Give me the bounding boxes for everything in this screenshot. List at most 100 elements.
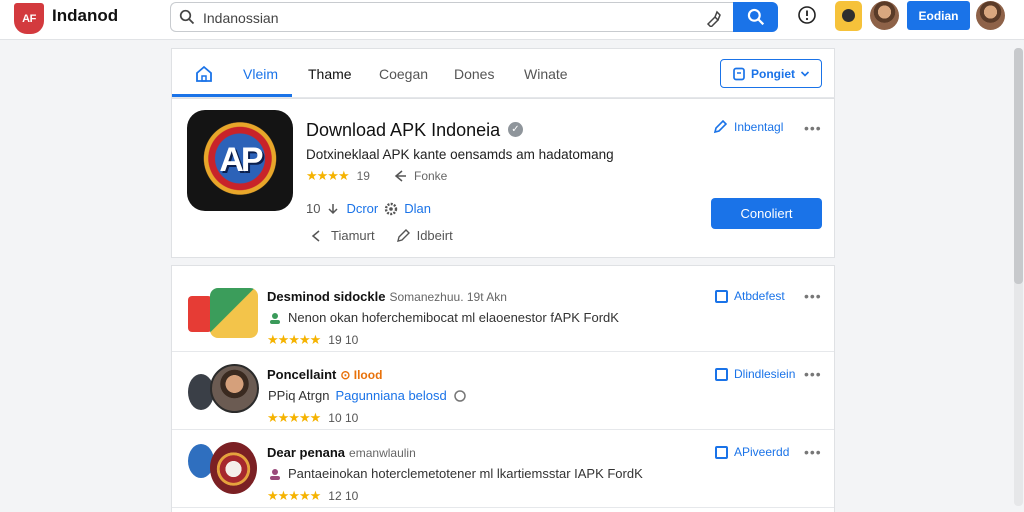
share-label: Fonke [413,169,448,183]
list-item-description: PPiq Atrgn Pagunniana belosd [268,388,467,403]
project-dropdown[interactable]: Pongiet [720,59,822,88]
more-icon[interactable]: ••• [804,444,822,460]
more-icon[interactable]: ••• [804,288,822,304]
rating-value: 19 [356,169,370,183]
app-description: Dotxineklaal APK kante oensamds am hadat… [306,147,614,162]
list-item-description-prefix: PPiq Atrgn [268,388,330,403]
checkbox-icon [715,445,728,459]
list-item-title: Poncellaint ⊙ Ilood [267,367,382,382]
list-item-stars: ★★★★★ [267,410,321,425]
info-icon [454,389,466,402]
list-item-subtitle: emanwlaulin [349,446,416,460]
developer-row: 10 Dcror Dlan [306,201,431,216]
list-item-title: Dear penana emanwlaulin [267,445,416,460]
report-label: Inbentagl [734,120,784,134]
app-detail-card: AP Download APK Indoneia ✓ Dotxineklaal … [171,98,835,258]
list-item-avatar[interactable] [210,364,259,413]
checkbox-icon [715,289,728,303]
install-count: 10 [306,201,321,216]
search-input[interactable] [203,8,683,28]
tab-coegan[interactable]: Coegan [379,66,428,82]
back-icon [311,229,320,242]
more-icon[interactable]: ••• [804,366,822,382]
list-item-subtitle-text: Ilood [353,368,383,382]
app-icon[interactable]: AP [187,110,293,211]
list-item-description-link[interactable]: Pagunniana belosd [335,388,446,403]
developer-label[interactable]: Dcror [346,201,378,216]
list-item-thumbnail [188,296,212,332]
list-item-count: 10 10 [328,411,359,425]
report-link[interactable]: Inbentagl [713,120,783,134]
list-item-subtitle: ⊙ Ilood [340,368,383,382]
tab-vleim[interactable]: Vleim [243,66,278,82]
sign-in-button[interactable]: Eodian [907,1,970,30]
search-icon [747,8,764,26]
list-item-description-text: Pantaeinokan hoterclemetotener ml lkarti… [288,466,643,481]
list-item-stars: ★★★★★ [267,332,321,347]
list-item-title: Desminod sidockle Somanezhuu. 19t Akn [267,289,507,304]
list-item-action-label: APiveerdd [734,445,790,459]
list-item-description-text: Nenon okan hoferchemibocat ml elaoenesto… [288,310,619,325]
search-button[interactable] [733,2,778,32]
download-icon [328,203,338,214]
more-icon[interactable]: ••• [804,120,822,136]
checkbox-icon [715,367,728,381]
dropdown-label: Pongiet [751,66,795,81]
tab-thame[interactable]: Thame [308,66,352,82]
share-link[interactable]: Fonke [394,169,447,183]
edit-icon [713,120,727,134]
search-box [170,2,734,32]
list-item-count: 19 10 [328,333,359,347]
list-item[interactable]: Poncellaint ⊙ Ilood PPiq Atrgn Pagunniana… [172,352,834,430]
page-scrollbar[interactable] [1014,48,1023,506]
list-item-title-text: Dear penana [267,445,346,460]
list-item-description: Nenon okan hoferchemibocat ml elaoenesto… [268,310,619,325]
list-item-title-text: Poncellaint [267,367,337,382]
action-tiamurt[interactable]: Tiamurt [331,228,375,243]
edit-icon [396,228,410,242]
list-item[interactable]: Desminod sidockle Somanezhuu. 19t Akn Nen… [172,274,834,352]
share-icon [394,170,406,182]
list-item-stars: ★★★★★ [267,488,321,503]
list-item-action-label: Dlindlesiein [734,367,796,381]
tab-dones[interactable]: Dones [454,66,494,82]
list-item-icon[interactable] [210,288,258,338]
list-item-action[interactable]: APiveerdd [715,445,789,459]
gear-icon [385,202,398,215]
info-icon[interactable] [797,5,817,25]
user-icon [270,312,280,324]
tab-bar: Vleim Thame Coegan Dones Winate Pongiet [171,48,835,98]
scrollbar-thumb[interactable] [1014,48,1023,284]
chevron-down-icon [800,70,810,77]
brand-name: Indanod [52,6,119,25]
list-item-action[interactable]: Dlindlesiein [715,367,795,381]
list-item[interactable]: Dear penana emanwlaulin Pantaeinokan hote… [172,430,834,508]
user-avatar[interactable] [870,1,899,30]
download-button[interactable]: Conoliert [711,198,822,229]
list-item-action-label: Atbdefest [734,289,785,303]
app-list: Desminod sidockle Somanezhuu. 19t Akn Nen… [171,265,835,512]
tab-winate[interactable]: Winate [524,66,568,82]
verified-icon: ✓ [508,122,523,137]
action-idbeirt[interactable]: Idbeirt [417,228,453,243]
list-item-count: 12 10 [328,489,359,503]
app-title: Download APK Indoneia [306,120,501,140]
list-item-action[interactable]: Atbdefest [715,289,785,303]
notification-avatar-icon[interactable] [835,1,862,31]
rating-stars: ★★★★ [306,168,350,183]
developer-name[interactable]: Dlan [404,201,431,216]
app-logo[interactable]: AF [14,3,44,34]
app-icon-text: AP [219,141,263,179]
list-item-rating: ★★★★★ 12 10 [267,488,358,504]
search-icon [179,9,195,25]
list-item-description: Pantaeinokan hoterclemetotener ml lkarti… [268,466,643,481]
app-actions: Tiamurt Idbeirt [310,228,453,243]
home-icon[interactable] [194,64,214,84]
profile-avatar[interactable] [976,1,1005,30]
user-icon [270,468,280,480]
microphone-icon[interactable] [704,9,722,27]
list-item-icon[interactable] [210,442,257,494]
top-bar: AF Indanod Eodian [0,0,1024,40]
list-item-title-text: Desminod sidockle [267,289,386,304]
list-item-rating: ★★★★★ 10 10 [267,410,358,426]
